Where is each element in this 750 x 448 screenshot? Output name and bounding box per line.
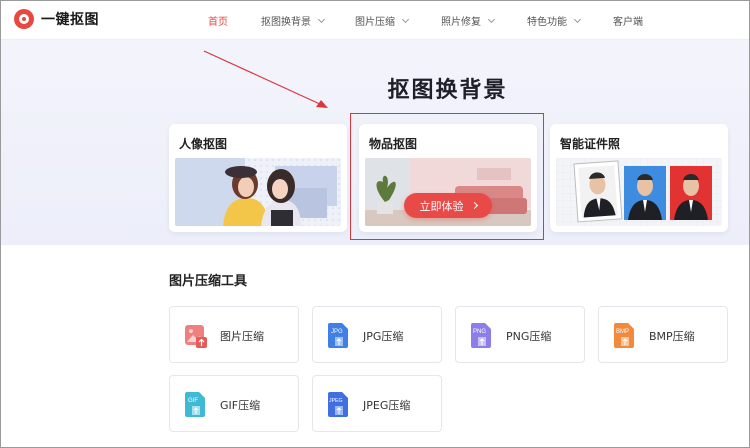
- tool-label: PNG压缩: [506, 330, 552, 343]
- site-logo[interactable]: 一键抠图: [14, 9, 99, 29]
- card-title: 人像抠图: [179, 137, 228, 151]
- tool-jpg-compress[interactable]: JPG JPG压缩: [312, 306, 442, 363]
- file-badge-text: PNG: [473, 329, 486, 335]
- nav-item-label: 特色功能: [527, 17, 567, 28]
- image-compress-icon: [185, 325, 207, 348]
- nav-item-home[interactable]: 首页: [208, 13, 228, 28]
- nav-item-label: 照片修复: [441, 17, 481, 28]
- png-file-icon: PNG: [471, 323, 491, 348]
- nav-item-label: 客户端: [613, 17, 643, 28]
- file-badge-text: JPG: [331, 329, 343, 335]
- nav-item-photo-repair[interactable]: 照片修复: [441, 13, 496, 28]
- tool-image-compress[interactable]: 图片压缩: [169, 306, 299, 363]
- nav-item-client[interactable]: 客户端: [613, 13, 643, 28]
- card-title: 物品抠图: [369, 137, 418, 151]
- logo-text: 一键抠图: [41, 12, 99, 28]
- nav-item-features[interactable]: 特色功能: [527, 13, 582, 28]
- chevron-down-icon: [317, 15, 326, 23]
- nav-item-label: 首页: [208, 17, 228, 28]
- jpg-file-icon: JPG: [328, 323, 348, 348]
- id-photo-preview-image: [556, 158, 722, 226]
- tool-label: GIF压缩: [220, 399, 261, 412]
- tool-bmp-compress[interactable]: BMP BMP压缩: [598, 306, 728, 363]
- section-title: 图片压缩工具: [169, 274, 248, 289]
- portrait-preview-image: [175, 158, 341, 226]
- nav-item-label: 图片压缩: [355, 17, 395, 28]
- card-portrait-cutout[interactable]: 人像抠图: [169, 124, 347, 232]
- nav-item-label: 抠图换背景: [261, 17, 311, 28]
- hero-title: 抠图换背景: [387, 78, 508, 103]
- jpeg-file-icon: JPEG: [328, 392, 348, 417]
- try-now-label: 立即体验: [419, 199, 464, 213]
- tool-label: BMP压缩: [649, 330, 695, 343]
- file-badge-text: BMP: [616, 329, 629, 335]
- file-badge-text: JPEG: [329, 398, 343, 404]
- annotation-arrow: [203, 50, 328, 108]
- chevron-down-icon: [487, 15, 496, 23]
- card-id-photo[interactable]: 智能证件照: [550, 124, 728, 232]
- tool-png-compress[interactable]: PNG PNG压缩: [455, 306, 585, 363]
- top-nav-bar: 一键抠图 首页 抠图换背景 图片压缩 照片修复 特色功能 客户端: [0, 0, 750, 40]
- tool-label: JPG压缩: [363, 330, 404, 343]
- bmp-file-icon: BMP: [614, 323, 634, 348]
- chevron-down-icon: [401, 15, 410, 23]
- try-now-button[interactable]: 立即体验: [404, 193, 492, 218]
- tool-gif-compress[interactable]: GIF GIF压缩: [169, 375, 299, 432]
- nav-item-image-compress[interactable]: 图片压缩: [355, 13, 410, 28]
- chevron-right-icon: [470, 201, 478, 210]
- tool-label: JPEG压缩: [363, 399, 411, 412]
- gif-file-icon: GIF: [185, 392, 205, 417]
- tool-label: 图片压缩: [220, 330, 264, 343]
- card-title: 智能证件照: [560, 137, 621, 151]
- file-badge-text: GIF: [188, 398, 198, 404]
- tool-jpeg-compress[interactable]: JPEG JPEG压缩: [312, 375, 442, 432]
- logo-icon: [14, 9, 34, 29]
- chevron-down-icon: [573, 15, 582, 23]
- nav-item-cutout-background[interactable]: 抠图换背景: [261, 13, 326, 28]
